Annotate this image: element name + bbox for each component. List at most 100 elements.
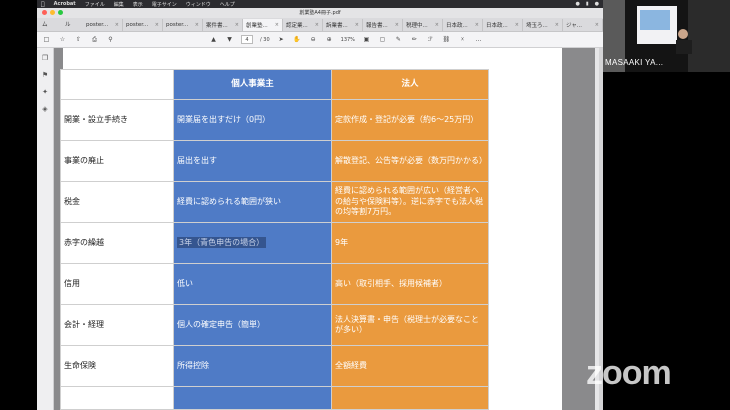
- menu-file[interactable]: ファイル: [85, 1, 105, 8]
- document-tab[interactable]: 認定業... ×: [283, 19, 323, 31]
- print-icon[interactable]: ⎙: [90, 36, 99, 44]
- sole-proprietor-cell: 低い: [173, 263, 332, 305]
- comment-icon[interactable]: ▢: [378, 36, 387, 43]
- menu-edit[interactable]: 編集: [114, 1, 124, 8]
- zoom-out-icon[interactable]: ⊖: [309, 36, 318, 43]
- bookmark-star-icon[interactable]: ☆: [58, 36, 67, 43]
- close-tab-icon[interactable]: ×: [155, 22, 159, 28]
- more-options-icon[interactable]: …: [474, 36, 483, 43]
- row-label: 信用: [60, 263, 174, 305]
- select-tool-icon[interactable]: ➤: [277, 36, 286, 43]
- control-center-icon[interactable]: ●: [595, 1, 599, 7]
- corporation-cell: 全額経費: [331, 345, 489, 387]
- header-corporation: 法人: [331, 69, 489, 100]
- corporation-cell: 経費に認められる範囲が広い（経営者への給与や保険料等）。逆に赤字でも法人税の均等…: [331, 181, 489, 223]
- close-tab-icon[interactable]: ×: [355, 22, 359, 28]
- menu-esign[interactable]: 電子サイン: [152, 1, 177, 8]
- corporation-cell: 法人決算書・申告（税理士が必要なことが多い）: [331, 304, 489, 346]
- title-bar: 創業塾A4冊子.pdf: [37, 8, 603, 18]
- close-tab-icon[interactable]: ×: [115, 22, 119, 28]
- sole-proprietor-cell: 経費に認められる範囲が狭い: [173, 181, 332, 223]
- table-row: 会計・経理 個人の確定申告（簡単） 法人決算書・申告（税理士が必要なことが多い）: [60, 304, 489, 346]
- document-tab[interactable]: poster... ×: [163, 19, 203, 31]
- document-tabs: poster... × poster... × poster... × 案件書... × 創業塾…: [83, 19, 603, 31]
- video-panel: MASAAKI YA...: [603, 0, 730, 410]
- page-total: / 30: [260, 36, 270, 43]
- menu-window[interactable]: ウィンドウ: [186, 1, 211, 8]
- corporation-cell: 高い（取引相手、採用候補者）: [331, 263, 489, 305]
- document-tab[interactable]: 埼玉ろ... ×: [523, 19, 563, 31]
- tab-label: 創業塾...: [246, 23, 268, 29]
- row-label: 赤字の繰越: [60, 222, 174, 264]
- close-tab-icon[interactable]: ×: [235, 22, 239, 28]
- highlight-icon[interactable]: ✏: [410, 36, 419, 43]
- sole-proprietor-cell: 3年（青色申告の場合）: [173, 222, 332, 264]
- menu-app-name[interactable]: Acrobat: [54, 1, 76, 7]
- close-tab-icon[interactable]: ×: [195, 22, 199, 28]
- tab-label: 日本政...: [486, 23, 508, 29]
- document-tab[interactable]: poster... ×: [123, 19, 163, 31]
- previous-page-icon[interactable]: ▲: [209, 36, 218, 43]
- header-sole-proprietor: 個人事業主: [173, 69, 332, 100]
- document-tab[interactable]: 訴業書... ×: [323, 19, 363, 31]
- tab-label: 訴業書...: [326, 23, 348, 29]
- document-tab[interactable]: 報告書... ×: [363, 19, 403, 31]
- table-row: 赤字の繰越 3年（青色申告の場合） 9年: [60, 222, 489, 264]
- document-tab[interactable]: 日本政... ×: [483, 19, 523, 31]
- document-tab[interactable]: 日本政... ×: [443, 19, 483, 31]
- sign-icon[interactable]: ℱ: [426, 36, 435, 43]
- close-tab-icon[interactable]: ×: [475, 22, 479, 28]
- close-tab-icon[interactable]: ×: [275, 22, 279, 28]
- menu-view[interactable]: 表示: [133, 1, 143, 8]
- next-page-icon[interactable]: ▼: [225, 36, 234, 43]
- page-thumbnails-icon[interactable]: ❐: [42, 54, 48, 62]
- close-tab-icon[interactable]: ×: [435, 22, 439, 28]
- zoom-level[interactable]: 137%: [341, 37, 355, 43]
- bookmarks-icon[interactable]: ⚑: [42, 71, 48, 79]
- sole-proprietor-cell: [173, 386, 332, 410]
- status-icons: ● ▮ ●: [575, 1, 603, 7]
- search-icon[interactable]: ⚲: [106, 36, 115, 43]
- selected-text[interactable]: 3年（青色申告の場合）: [177, 236, 267, 248]
- document-tab[interactable]: 案件書... ×: [203, 19, 243, 31]
- wifi-icon[interactable]: ●: [575, 1, 579, 7]
- speaker-video: MASAAKI YA...: [603, 0, 730, 72]
- close-tab-icon[interactable]: ×: [555, 22, 559, 28]
- tab-label: 認定業...: [286, 23, 308, 29]
- attachments-icon[interactable]: ✦: [42, 88, 48, 96]
- comparison-table: 個人事業主 法人 開業・設立手続き 開業届を出すだけ（0円） 定款作成・登記が必要（…: [60, 69, 489, 410]
- row-label: 事業の廃止: [60, 140, 174, 182]
- tab-label: poster...: [166, 22, 189, 28]
- document-tab[interactable]: ジャ... ×: [563, 19, 603, 31]
- upload-icon[interactable]: ⇧: [74, 36, 83, 43]
- table-row: [60, 386, 489, 410]
- create-pdf-icon[interactable]: □: [42, 36, 51, 43]
- close-tab-icon[interactable]: ×: [515, 22, 519, 28]
- table-row: 生命保険 所得控除 全額経費: [60, 345, 489, 387]
- menu-help[interactable]: ヘルプ: [220, 1, 235, 8]
- sole-proprietor-cell: 所得控除: [173, 345, 332, 387]
- row-label: 生命保険: [60, 345, 174, 387]
- page-number-input[interactable]: 4: [241, 35, 253, 44]
- tab-label: 案件書...: [206, 23, 228, 29]
- document-tab[interactable]: poster... ×: [83, 19, 123, 31]
- apple-icon[interactable]: : [41, 1, 45, 8]
- sole-proprietor-cell: 開業届を出すだけ（0円）: [173, 99, 332, 141]
- layers-icon[interactable]: ◈: [42, 105, 47, 113]
- sole-proprietor-cell: 届出を出す: [173, 140, 332, 182]
- row-label: 開業・設立手続き: [60, 99, 174, 141]
- delete-icon[interactable]: ☓: [458, 36, 467, 43]
- pen-icon[interactable]: ✎: [394, 36, 403, 43]
- document-tab[interactable]: 創業塾... ×: [243, 19, 283, 31]
- close-tab-icon[interactable]: ×: [595, 22, 599, 28]
- table-row: 開業・設立手続き 開業届を出すだけ（0円） 定款作成・登記が必要（約6～25万円）: [60, 99, 489, 141]
- table-row: 事業の廃止 届出を出す 解散登記、公告等が必要（数万円かかる）: [60, 140, 489, 182]
- zoom-in-icon[interactable]: ⊕: [325, 36, 334, 43]
- hand-tool-icon[interactable]: ✋: [293, 36, 302, 43]
- document-tab[interactable]: 税理中... ×: [403, 19, 443, 31]
- close-tab-icon[interactable]: ×: [395, 22, 399, 28]
- battery-icon[interactable]: ▮: [586, 1, 589, 7]
- fit-page-icon[interactable]: ▣: [362, 36, 371, 43]
- close-tab-icon[interactable]: ×: [315, 22, 319, 28]
- stamp-icon[interactable]: ⛓: [442, 36, 451, 43]
